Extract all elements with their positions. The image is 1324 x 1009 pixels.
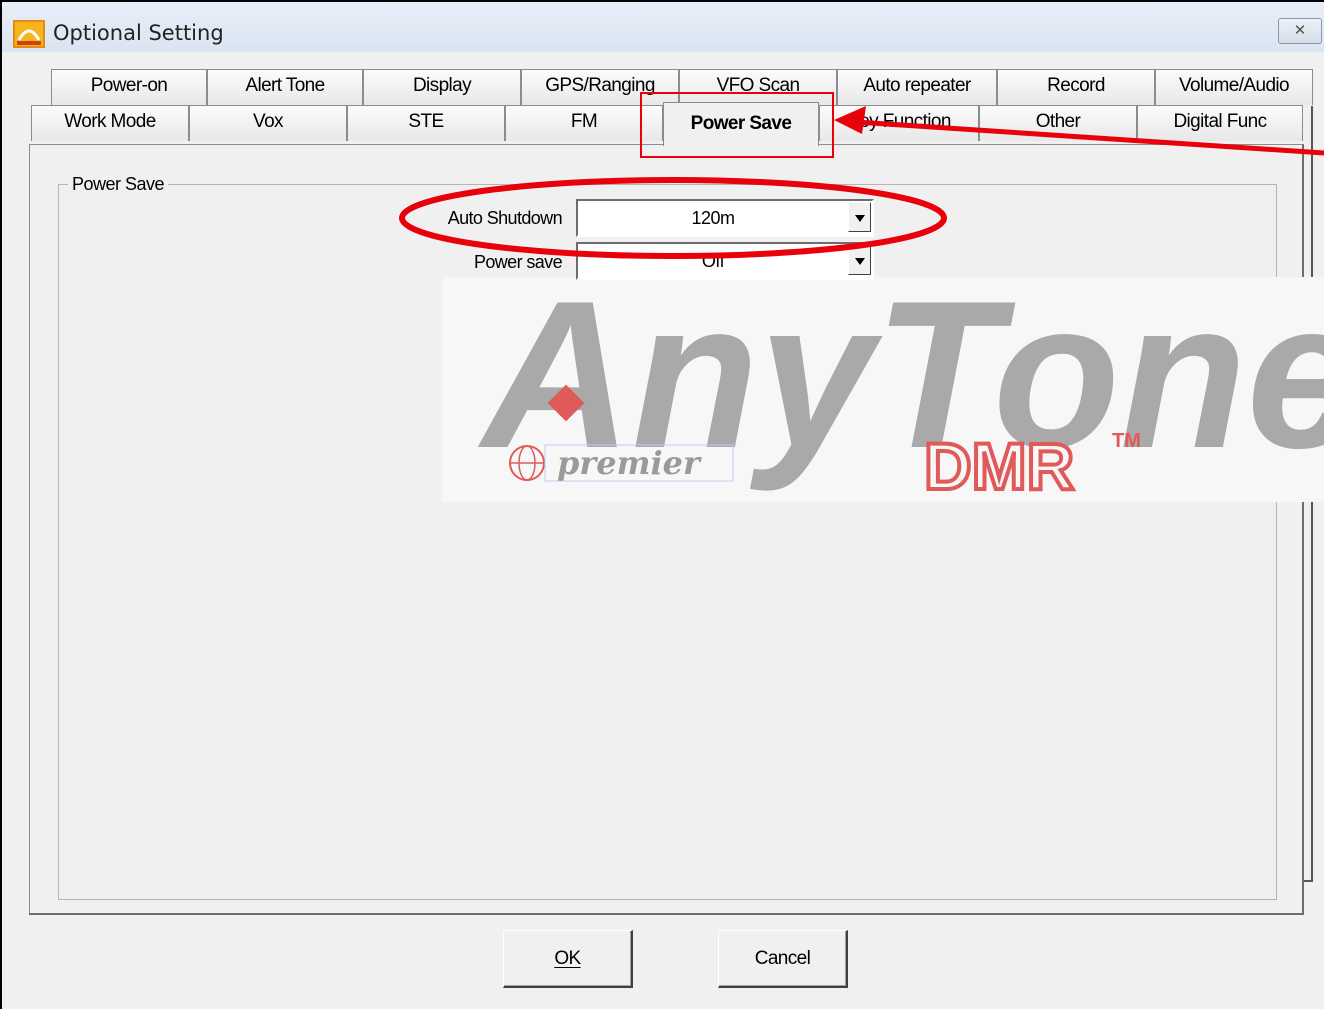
tab-key-function[interactable]: Key Function: [819, 105, 979, 141]
chevron-down-icon[interactable]: [848, 202, 871, 232]
tab-alert-tone[interactable]: Alert Tone: [207, 69, 363, 105]
tab-vfo-scan[interactable]: VFO Scan: [679, 69, 837, 105]
logo-dmr-text: DMR: [924, 429, 1074, 502]
tab-gps-ranging[interactable]: GPS/Ranging: [521, 69, 679, 105]
tab-digital-func[interactable]: Digital Func: [1137, 105, 1303, 141]
power-save-select[interactable]: Off: [576, 242, 874, 280]
tab-power-save[interactable]: Power Save: [663, 102, 819, 146]
power-save-label: Power save: [473, 252, 563, 272]
tab-power-on[interactable]: Power-on: [51, 69, 207, 105]
chevron-down-icon[interactable]: [848, 245, 871, 275]
cancel-button[interactable]: Cancel: [718, 930, 848, 988]
tab-volume-audio[interactable]: Volume/Audio: [1155, 69, 1313, 105]
tab-auto-repeater[interactable]: Auto repeater: [837, 69, 997, 105]
auto-shutdown-label: Auto Shutdown: [447, 208, 563, 228]
tab-vox[interactable]: Vox: [189, 105, 347, 141]
tab-record[interactable]: Record: [997, 69, 1155, 105]
auto-shutdown-value: 120m: [691, 208, 735, 228]
tab-display[interactable]: Display: [363, 69, 521, 105]
tab-work-mode[interactable]: Work Mode: [31, 105, 189, 141]
logo-premier-text: premier: [557, 444, 702, 482]
window-title: Optional Setting: [53, 21, 224, 45]
tab-ste[interactable]: STE: [347, 105, 505, 141]
auto-shutdown-select[interactable]: 120m: [576, 199, 874, 237]
power-save-value: Off: [701, 251, 725, 271]
optional-setting-window: Optional Setting ✕ Power-on Alert Tone D…: [0, 0, 1324, 1009]
title-bar[interactable]: Optional Setting ✕: [2, 2, 1324, 52]
close-icon: ✕: [1293, 22, 1307, 39]
ok-button[interactable]: OK: [503, 930, 633, 988]
tab-fm[interactable]: FM: [505, 105, 663, 141]
app-icon: [13, 20, 45, 48]
tab-other[interactable]: Other: [979, 105, 1137, 141]
anytone-dmr-watermark: AnyTone premier DMR TM: [442, 277, 1324, 502]
close-button[interactable]: ✕: [1278, 18, 1322, 44]
logo-tm-text: TM: [1112, 430, 1141, 452]
group-title: Power Save: [68, 174, 169, 195]
